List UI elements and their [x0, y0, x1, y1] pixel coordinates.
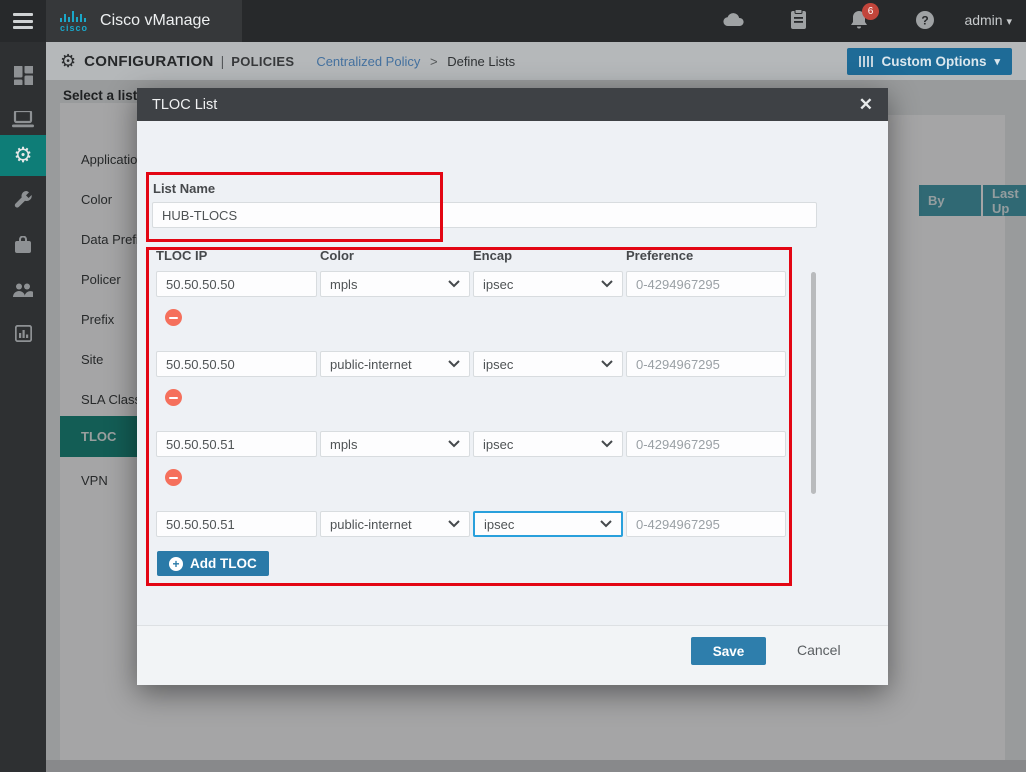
add-tloc-button[interactable]: + Add TLOC [157, 551, 269, 576]
encap-select[interactable]: ipsec [473, 351, 623, 377]
monitor-icon [12, 111, 34, 128]
cloud-icon[interactable] [722, 11, 746, 34]
chevron-down-icon: ▾ [994, 55, 1000, 68]
custom-options-button[interactable]: Custom Options ▾ [847, 48, 1012, 75]
column-header-preference: Preference [626, 248, 693, 263]
save-button[interactable]: Save [691, 637, 766, 665]
columns-grid-icon [859, 56, 874, 67]
preference-input[interactable] [626, 271, 786, 297]
preference-input[interactable] [626, 431, 786, 457]
title-separator: | [221, 53, 225, 69]
tloc-ip-input[interactable] [156, 511, 317, 537]
chevron-down-icon [448, 280, 460, 288]
chevron-down-icon [448, 440, 460, 448]
username: admin [964, 12, 1002, 28]
plus-icon: + [169, 557, 183, 571]
sidebar-item-maintenance[interactable] [0, 224, 46, 266]
tloc-list-modal: TLOC List ✕ List Name TLOC IP Color Enca… [137, 88, 888, 685]
remove-row-minus-icon[interactable] [165, 389, 182, 406]
list-name-label: List Name [153, 181, 215, 196]
tloc-ip-input[interactable] [156, 271, 317, 297]
cisco-logo-icon: cisco [60, 10, 88, 33]
chevron-down-icon [601, 360, 613, 368]
remove-row-minus-icon[interactable] [165, 309, 182, 326]
color-select[interactable]: mpls [320, 431, 470, 457]
modal-scrollbar-thumb[interactable] [811, 272, 816, 494]
administration-users-icon [12, 283, 34, 298]
configuration-gear-icon: ⚙ [14, 145, 33, 166]
page-title: CONFIGURATION [84, 53, 213, 70]
dashboard-icon [14, 66, 33, 85]
sidebar-item-configuration[interactable]: ⚙ [0, 135, 46, 176]
remove-row-minus-icon[interactable] [165, 469, 182, 486]
encap-select[interactable]: ipsec [473, 431, 623, 457]
cancel-button[interactable]: Cancel [797, 642, 841, 658]
sidebar-item-monitor[interactable] [0, 98, 46, 140]
tloc-ip-input[interactable] [156, 431, 317, 457]
close-icon[interactable]: ✕ [859, 95, 873, 115]
tasks-clipboard-icon[interactable] [790, 9, 807, 35]
column-header-color: Color [320, 248, 354, 263]
encap-select[interactable]: ipsec [473, 271, 623, 297]
page-header-bar: ⚙ CONFIGURATION | POLICIES Centralized P… [46, 42, 1026, 80]
svg-text:?: ? [921, 14, 928, 28]
column-header-encap: Encap [473, 248, 512, 263]
brand-block[interactable]: cisco Cisco vManage [46, 0, 242, 42]
color-select[interactable]: mpls [320, 271, 470, 297]
preference-input[interactable] [626, 511, 786, 537]
breadcrumb: Centralized Policy > Define Lists [316, 54, 515, 69]
color-select[interactable]: public-internet [320, 351, 470, 377]
page-section: POLICIES [231, 54, 294, 69]
app-title: Cisco vManage [100, 12, 210, 30]
sidebar-item-analytics[interactable] [0, 312, 46, 354]
encap-select-focused[interactable]: ipsec [473, 511, 623, 537]
notifications-bell-icon[interactable]: 6 [850, 10, 868, 35]
maintenance-bag-icon [14, 236, 32, 254]
chevron-down-icon: ▾ [1006, 16, 1012, 28]
notification-badge: 6 [862, 3, 879, 20]
color-select[interactable]: public-internet [320, 511, 470, 537]
hamburger-menu-icon[interactable] [13, 13, 33, 29]
column-header-tloc-ip: TLOC IP [156, 248, 207, 263]
help-icon[interactable]: ? [915, 10, 935, 35]
breadcrumb-parent-link[interactable]: Centralized Policy [316, 54, 420, 69]
chevron-down-icon [448, 520, 460, 528]
top-bar: cisco Cisco vManage 6 ? admin ▾ [0, 0, 1026, 42]
left-nav-rail: ⚙ [0, 42, 46, 772]
chevron-down-icon [601, 280, 613, 288]
modal-footer: Save Cancel [137, 625, 888, 685]
configuration-gear-icon: ⚙ [60, 51, 76, 72]
tools-wrench-icon [14, 190, 33, 209]
list-name-input[interactable] [152, 202, 817, 228]
sidebar-item-administration[interactable] [0, 269, 46, 311]
chevron-down-icon [448, 360, 460, 368]
sidebar-item-dashboard[interactable] [0, 54, 46, 96]
breadcrumb-arrow: > [430, 54, 438, 69]
sidebar-item-tools[interactable] [0, 178, 46, 220]
modal-header: TLOC List ✕ [137, 88, 888, 121]
chevron-down-icon [600, 520, 612, 528]
analytics-chart-icon [15, 325, 32, 342]
breadcrumb-current: Define Lists [447, 54, 515, 69]
preference-input[interactable] [626, 351, 786, 377]
tloc-ip-input[interactable] [156, 351, 317, 377]
user-menu[interactable]: admin ▾ [964, 12, 1012, 28]
modal-title: TLOC List [152, 97, 217, 113]
chevron-down-icon [601, 440, 613, 448]
